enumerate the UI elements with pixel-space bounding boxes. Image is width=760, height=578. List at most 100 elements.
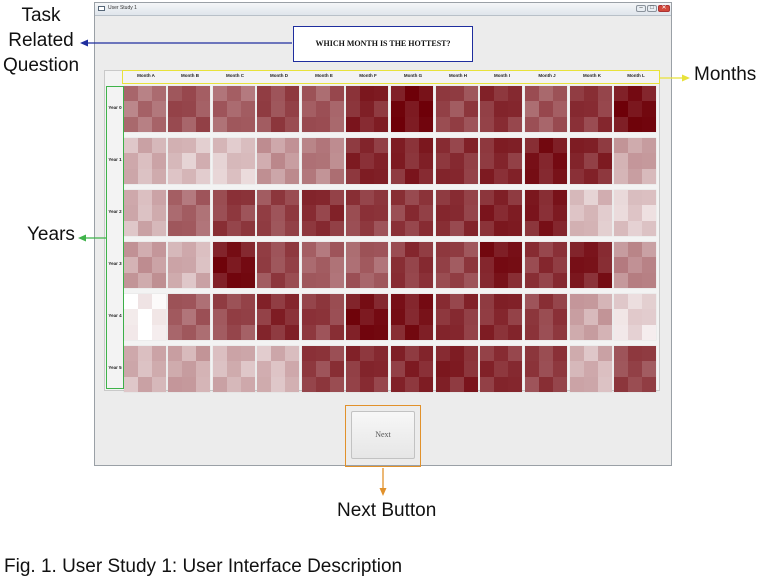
heatmap-subcell bbox=[330, 86, 344, 102]
heatmap-subcell bbox=[614, 86, 628, 102]
next-button[interactable]: Next bbox=[351, 411, 415, 459]
heatmap-subcell bbox=[419, 168, 433, 184]
heatmap-subcell bbox=[405, 324, 419, 340]
heatmap-subcell bbox=[450, 116, 464, 132]
heatmap-subcell bbox=[464, 376, 478, 392]
heatmap-subcell bbox=[539, 153, 553, 169]
heatmap-subcell bbox=[330, 257, 344, 273]
heatmap-subcell bbox=[614, 190, 628, 206]
heatmap-subcell bbox=[285, 309, 299, 325]
heatmap-subcell bbox=[436, 138, 450, 154]
window-icon bbox=[98, 6, 105, 11]
heatmap-subcell bbox=[450, 242, 464, 258]
heatmap-subcell bbox=[614, 101, 628, 117]
heatmap-subcell bbox=[138, 376, 152, 392]
heatmap-cell bbox=[302, 138, 344, 184]
heatmap-subcell bbox=[436, 294, 450, 310]
heatmap-subcell bbox=[227, 205, 241, 221]
heatmap-subcell bbox=[494, 309, 508, 325]
heatmap-subcell bbox=[374, 101, 388, 117]
heatmap-subcell bbox=[213, 101, 227, 117]
heatmap-subcell bbox=[480, 361, 494, 377]
year-label: Year 4 bbox=[108, 313, 122, 318]
heatmap-subcell bbox=[508, 116, 522, 132]
heatmap-subcell bbox=[196, 138, 210, 154]
heatmap-subcell bbox=[302, 309, 316, 325]
heatmap-subcell bbox=[374, 272, 388, 288]
heatmap-subcell bbox=[570, 116, 584, 132]
heatmap-subcell bbox=[570, 294, 584, 310]
years-column-highlight bbox=[106, 86, 124, 389]
heatmap-cell bbox=[302, 294, 344, 340]
heatmap-subcell bbox=[642, 101, 656, 117]
heatmap-subcell bbox=[628, 257, 642, 273]
heatmap-subcell bbox=[419, 242, 433, 258]
heatmap-subcell bbox=[330, 168, 344, 184]
heatmap-subcell bbox=[241, 116, 255, 132]
heatmap-subcell bbox=[480, 190, 494, 206]
heatmap-subcell bbox=[570, 86, 584, 102]
heatmap-subcell bbox=[480, 86, 494, 102]
heatmap-subcell bbox=[182, 220, 196, 236]
heatmap-subcell bbox=[391, 346, 405, 362]
heatmap-subcell bbox=[346, 138, 360, 154]
heatmap-subcell bbox=[508, 101, 522, 117]
heatmap-cell bbox=[614, 294, 656, 340]
heatmap-subcell bbox=[302, 242, 316, 258]
heatmap-subcell bbox=[196, 116, 210, 132]
heatmap-subcell bbox=[285, 168, 299, 184]
heatmap-subcell bbox=[525, 242, 539, 258]
title-bar[interactable]: User Study 1 – □ ✕ bbox=[95, 3, 671, 16]
heatmap-subcell bbox=[525, 153, 539, 169]
heatmap-cell bbox=[124, 190, 166, 236]
heatmap-subcell bbox=[553, 205, 567, 221]
heatmap-subcell bbox=[391, 220, 405, 236]
heatmap-subcell bbox=[374, 242, 388, 258]
heatmap-subcell bbox=[494, 257, 508, 273]
heatmap-subcell bbox=[598, 361, 612, 377]
heatmap-cell bbox=[525, 138, 567, 184]
heatmap-cell bbox=[436, 190, 478, 236]
maximize-button[interactable]: □ bbox=[647, 5, 657, 12]
heatmap-subcell bbox=[330, 101, 344, 117]
heatmap-subcell bbox=[213, 220, 227, 236]
heatmap-cell bbox=[480, 294, 522, 340]
close-button[interactable]: ✕ bbox=[658, 5, 670, 12]
heatmap-subcell bbox=[508, 153, 522, 169]
heatmap-subcell bbox=[539, 138, 553, 154]
heatmap-subcell bbox=[628, 294, 642, 310]
heatmap-subcell bbox=[419, 324, 433, 340]
heatmap-subcell bbox=[628, 138, 642, 154]
heatmap-subcell bbox=[257, 376, 271, 392]
heatmap-subcell bbox=[285, 220, 299, 236]
minimize-button[interactable]: – bbox=[636, 5, 646, 12]
heatmap-subcell bbox=[508, 86, 522, 102]
heatmap-subcell bbox=[436, 101, 450, 117]
heatmap-subcell bbox=[614, 220, 628, 236]
heatmap-cell bbox=[346, 190, 388, 236]
heatmap-subcell bbox=[598, 294, 612, 310]
heatmap-subcell bbox=[494, 190, 508, 206]
heatmap-subcell bbox=[570, 361, 584, 377]
heatmap-subcell bbox=[316, 361, 330, 377]
heatmap-subcell bbox=[124, 205, 138, 221]
heatmap-subcell bbox=[508, 309, 522, 325]
heatmap-subcell bbox=[628, 168, 642, 184]
heatmap-subcell bbox=[241, 324, 255, 340]
heatmap-subcell bbox=[553, 86, 567, 102]
heatmap-subcell bbox=[628, 116, 642, 132]
heatmap-cell bbox=[168, 190, 210, 236]
heatmap-subcell bbox=[450, 257, 464, 273]
heatmap-subcell bbox=[508, 376, 522, 392]
heatmap-subcell bbox=[419, 101, 433, 117]
heatmap-cell bbox=[480, 190, 522, 236]
heatmap-subcell bbox=[436, 361, 450, 377]
heatmap-subcell bbox=[152, 309, 166, 325]
heatmap-subcell bbox=[285, 86, 299, 102]
heatmap-subcell bbox=[168, 205, 182, 221]
heatmap-subcell bbox=[508, 257, 522, 273]
heatmap-subcell bbox=[480, 346, 494, 362]
heatmap-subcell bbox=[436, 205, 450, 221]
heatmap-subcell bbox=[285, 190, 299, 206]
figure-caption: Fig. 1. User Study 1: User Interface Des… bbox=[4, 556, 403, 577]
